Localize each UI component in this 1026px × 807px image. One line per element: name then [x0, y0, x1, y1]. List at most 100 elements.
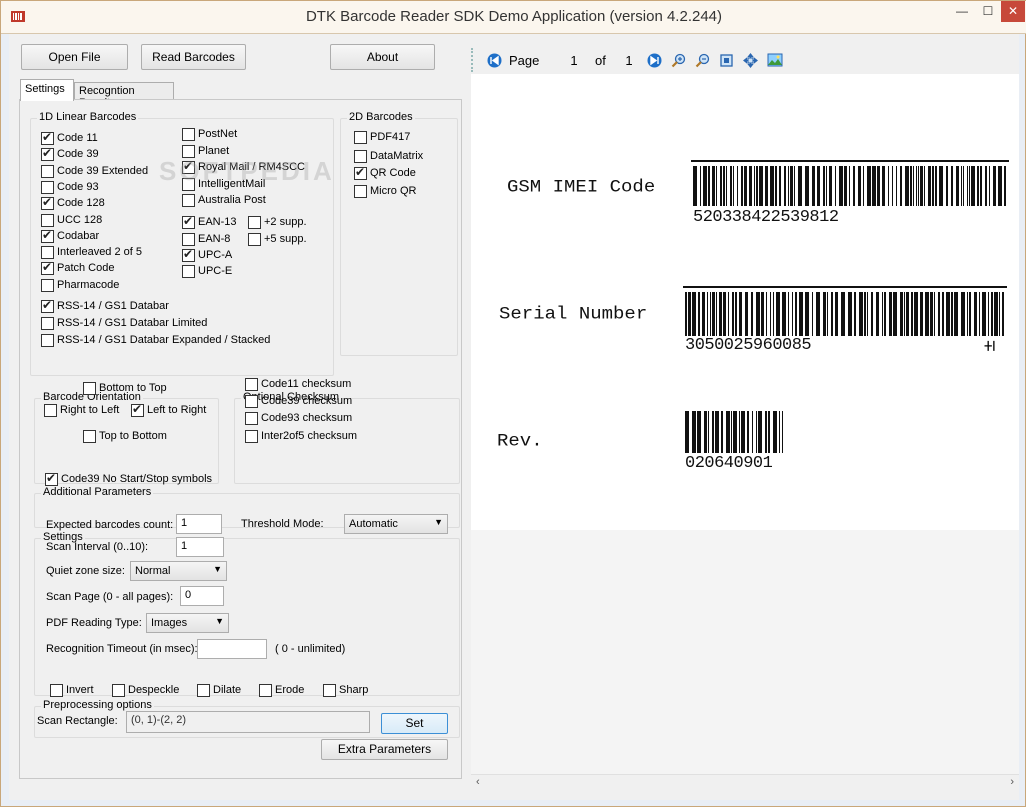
checksum-option-0[interactable]: Code11 checksum — [245, 378, 351, 392]
rss-option-1[interactable]: RSS-14 / GS1 Databar Limited — [41, 317, 207, 331]
minimize-button[interactable]: — — [949, 1, 975, 22]
scan-page-input[interactable]: 0 — [180, 586, 224, 606]
tab-settings[interactable]: Settings — [20, 79, 74, 101]
checkbox-icon[interactable] — [41, 334, 54, 347]
checkbox-icon[interactable] — [83, 430, 96, 443]
linear-option-2[interactable]: Code 39 Extended — [41, 165, 148, 179]
checkbox-icon[interactable] — [182, 265, 195, 278]
ean-upc-option-1[interactable]: EAN-8 — [182, 233, 230, 247]
checkbox-icon[interactable] — [41, 181, 54, 194]
twod-option-0[interactable]: PDF417 — [354, 131, 410, 145]
orientation-top-to-bottom[interactable]: Top to Bottom — [83, 430, 167, 444]
scroll-right-icon[interactable]: › — [1010, 776, 1014, 788]
scroll-left-icon[interactable]: ‹ — [476, 776, 480, 788]
checkbox-icon[interactable] — [323, 684, 336, 697]
ean-upc-option-3[interactable]: UPC-E — [182, 265, 232, 279]
image-icon[interactable] — [767, 53, 783, 68]
checkbox-icon[interactable] — [182, 248, 195, 262]
checkbox-icon[interactable] — [354, 185, 367, 198]
checkbox-icon[interactable] — [112, 684, 125, 697]
checksum-option-3[interactable]: Inter2of5 checksum — [245, 430, 357, 444]
checkbox-icon[interactable] — [182, 128, 195, 141]
checkbox-icon[interactable] — [41, 229, 54, 243]
checkbox-icon[interactable] — [245, 378, 258, 391]
page-number-input[interactable]: 1 — [559, 53, 589, 68]
pdf-mode-select[interactable]: Images ▼ — [146, 613, 229, 633]
postal-option-4[interactable]: Australia Post — [182, 194, 266, 208]
linear-option-4[interactable]: Code 128 — [41, 196, 105, 211]
title-bar[interactable]: DTK Barcode Reader SDK Demo Application … — [1, 1, 1026, 34]
extra-parameters-button[interactable]: Extra Parameters — [321, 739, 448, 760]
close-button[interactable]: ✕ — [1001, 1, 1025, 22]
checkbox-icon[interactable] — [41, 317, 54, 330]
fit-width-icon[interactable] — [743, 53, 758, 68]
orientation-bottom-to-top[interactable]: Bottom to Top — [83, 382, 167, 396]
set-button[interactable]: Set — [381, 713, 448, 734]
supp-option-0[interactable]: +2 supp. — [248, 216, 307, 230]
checkbox-icon[interactable] — [182, 194, 195, 207]
checkbox-icon[interactable] — [41, 131, 54, 145]
first-page-icon[interactable] — [487, 53, 502, 68]
rss-option-0[interactable]: RSS-14 / GS1 Databar — [41, 299, 169, 314]
linear-option-3[interactable]: Code 93 — [41, 181, 99, 195]
checkbox-icon[interactable] — [41, 214, 54, 227]
linear-option-9[interactable]: Pharmacode — [41, 279, 119, 293]
checksum-option-1[interactable]: Code39 checksum — [245, 395, 352, 409]
zoom-out-icon[interactable] — [695, 53, 710, 68]
checkbox-icon[interactable] — [131, 403, 144, 417]
twod-option-2[interactable]: QR Code — [354, 166, 416, 181]
checkbox-icon[interactable] — [41, 261, 54, 275]
checkbox-icon[interactable] — [354, 131, 367, 144]
ean-upc-option-2[interactable]: UPC-A — [182, 248, 232, 263]
checkbox-icon[interactable] — [83, 382, 96, 395]
preprocess-option-1[interactable]: Despeckle — [112, 684, 179, 698]
expected-count-input[interactable]: 1 — [176, 514, 222, 534]
linear-option-8[interactable]: Patch Code — [41, 261, 114, 276]
checkbox-icon[interactable] — [245, 412, 258, 425]
checkbox-icon[interactable] — [248, 233, 261, 246]
checkbox-icon[interactable] — [41, 165, 54, 178]
checkbox-icon[interactable] — [50, 684, 63, 697]
postal-option-0[interactable]: PostNet — [182, 128, 237, 142]
checkbox-icon[interactable] — [245, 395, 258, 408]
linear-option-0[interactable]: Code 11 — [41, 131, 98, 146]
linear-option-1[interactable]: Code 39 — [41, 147, 99, 162]
orientation-left-to-right[interactable]: Left to Right — [131, 403, 206, 418]
timeout-input[interactable] — [197, 639, 267, 659]
checkbox-icon[interactable] — [44, 404, 57, 417]
checkbox-icon[interactable] — [245, 430, 258, 443]
scan-interval-input[interactable]: 1 — [176, 537, 224, 557]
rss-option-2[interactable]: RSS-14 / GS1 Databar Expanded / Stacked — [41, 334, 270, 348]
preprocess-option-0[interactable]: Invert — [50, 684, 94, 698]
toolbar-grip[interactable] — [471, 48, 474, 72]
orientation-right-to-left[interactable]: Right to Left — [44, 404, 119, 418]
checksum-option-2[interactable]: Code93 checksum — [245, 412, 352, 426]
code39-no-start-stop[interactable]: Code39 No Start/Stop symbols — [45, 472, 212, 487]
twod-option-1[interactable]: DataMatrix — [354, 150, 423, 164]
checkbox-icon[interactable] — [45, 472, 58, 486]
checkbox-icon[interactable] — [182, 215, 195, 229]
checkbox-icon[interactable] — [41, 246, 54, 259]
checkbox-icon[interactable] — [259, 684, 272, 697]
checkbox-icon[interactable] — [41, 299, 54, 313]
linear-option-5[interactable]: UCC 128 — [41, 214, 102, 228]
linear-option-6[interactable]: Codabar — [41, 229, 99, 244]
quiet-zone-select[interactable]: Normal ▼ — [130, 561, 227, 581]
fit-page-icon[interactable] — [719, 53, 734, 68]
checkbox-icon[interactable] — [197, 684, 210, 697]
preprocess-option-2[interactable]: Dilate — [197, 684, 241, 698]
zoom-in-icon[interactable] — [671, 53, 686, 68]
checkbox-icon[interactable] — [354, 150, 367, 163]
checkbox-icon[interactable] — [41, 279, 54, 292]
preprocess-option-3[interactable]: Erode — [259, 684, 304, 698]
scan-rect-field[interactable]: (0, 1)-(2, 2) — [126, 711, 370, 733]
ean-upc-option-0[interactable]: EAN-13 — [182, 215, 237, 230]
preprocess-option-4[interactable]: Sharp — [323, 684, 368, 698]
maximize-button[interactable]: ☐ — [975, 1, 1001, 22]
checkbox-icon[interactable] — [41, 196, 54, 210]
checkbox-icon[interactable] — [182, 233, 195, 246]
linear-option-7[interactable]: Interleaved 2 of 5 — [41, 246, 142, 260]
twod-option-3[interactable]: Micro QR — [354, 185, 416, 199]
threshold-select[interactable]: Automatic ▼ — [344, 514, 448, 534]
supp-option-1[interactable]: +5 supp. — [248, 233, 307, 247]
